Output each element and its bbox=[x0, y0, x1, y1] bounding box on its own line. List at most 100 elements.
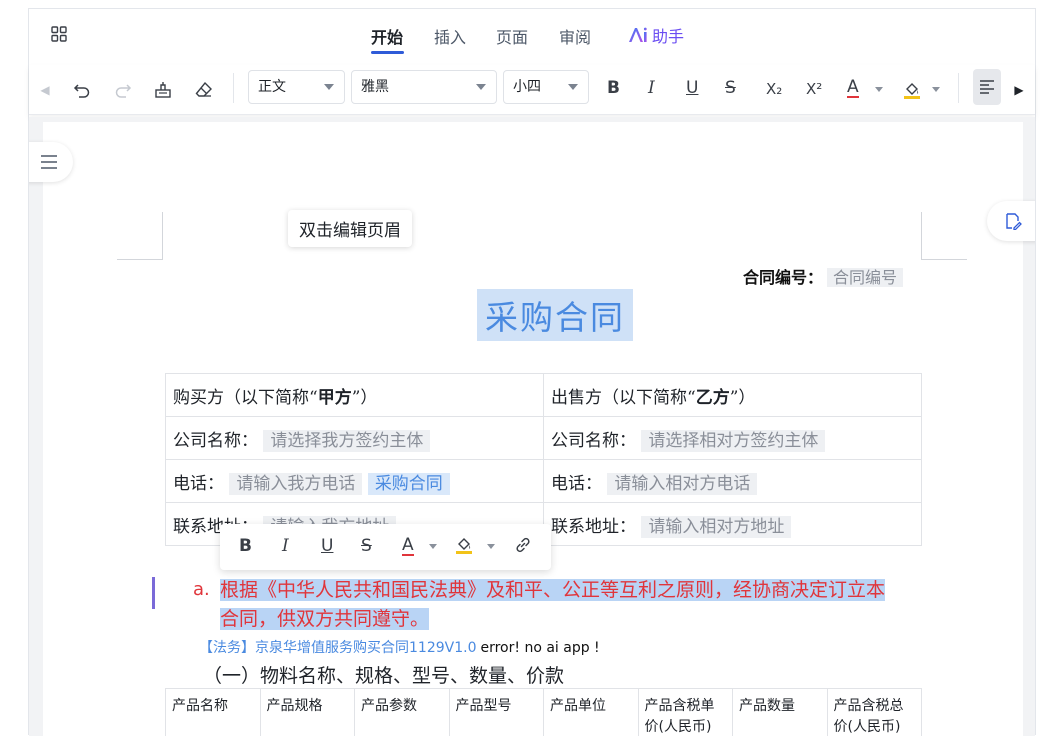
tab-insert[interactable]: 插入 bbox=[434, 24, 466, 48]
section-heading[interactable]: （一）物料名称、规格、型号、数量、价款 bbox=[203, 661, 564, 688]
column-header[interactable]: 产品单位 bbox=[544, 689, 639, 736]
font-size-value: 小四 bbox=[513, 79, 541, 95]
tab-start[interactable]: 开始 bbox=[371, 24, 403, 48]
floating-format-toolbar: B I U S A bbox=[220, 524, 551, 570]
seller-phone-cell: 电话： 请输入相对方电话 bbox=[544, 460, 922, 503]
format-painter-icon[interactable] bbox=[151, 78, 175, 102]
redo-icon[interactable] bbox=[111, 78, 135, 102]
contract-number-field[interactable]: 合同编号 bbox=[827, 268, 903, 287]
seller-address-field[interactable]: 请输入相对方地址 bbox=[641, 516, 791, 538]
buyer-short-name: 甲方 bbox=[318, 388, 352, 408]
assistant-label: 助手 bbox=[652, 23, 684, 47]
format-toolbar: ◀ 正文 雅黑 小四 B I U S X₂ X² A bbox=[29, 65, 1035, 115]
grid-menu-icon[interactable] bbox=[51, 26, 67, 42]
float-font-color-dropdown-icon[interactable] bbox=[429, 544, 437, 549]
underline-button[interactable]: U bbox=[686, 78, 698, 98]
column-header[interactable]: 产品型号 bbox=[449, 689, 544, 736]
tab-page[interactable]: 页面 bbox=[496, 24, 528, 48]
buyer-phone-cell: 电话： 请输入我方电话 采购合同 bbox=[166, 460, 544, 503]
italic-button[interactable]: I bbox=[648, 78, 655, 98]
seller-company-field[interactable]: 请选择相对方签约主体 bbox=[641, 430, 825, 452]
buyer-phone-field[interactable]: 请输入我方电话 bbox=[229, 473, 362, 495]
tab-assistant[interactable]: 助手 bbox=[628, 23, 684, 47]
buyer-prefix: 购买方（以下简称“ bbox=[173, 388, 318, 408]
font-color-button[interactable]: A bbox=[847, 78, 859, 98]
highlight-color-icon[interactable] bbox=[900, 78, 924, 102]
float-bold-button[interactable]: B bbox=[239, 536, 252, 556]
paragraph-style-value: 正文 bbox=[258, 79, 286, 95]
column-header[interactable]: 产品数量 bbox=[733, 689, 828, 736]
link-icon[interactable] bbox=[514, 536, 532, 559]
chevron-down-icon bbox=[476, 84, 486, 90]
toolbar-divider bbox=[233, 73, 234, 103]
toolbar-divider bbox=[958, 73, 959, 103]
phone-label: 电话： bbox=[173, 474, 224, 494]
float-italic-button[interactable]: I bbox=[282, 536, 289, 556]
tab-review[interactable]: 审阅 bbox=[559, 24, 591, 48]
document-page[interactable]: 双击编辑页眉 合同编号：合同编号 采购合同 购买方（以下简称“甲方”） 出售方（… bbox=[43, 122, 1023, 736]
table-row: 购买方（以下简称“甲方”） 出售方（以下简称“乙方”） bbox=[166, 374, 922, 417]
seller-suffix: ”） bbox=[730, 388, 756, 408]
chevron-down-icon bbox=[568, 84, 578, 90]
phone-label: 电话： bbox=[551, 474, 602, 494]
float-font-color-button[interactable]: A bbox=[402, 536, 414, 556]
edit-panel-button[interactable] bbox=[987, 201, 1035, 241]
address-label: 联系地址： bbox=[551, 517, 636, 537]
subscript-button[interactable]: X₂ bbox=[766, 80, 782, 98]
buyer-company-cell: 公司名称： 请选择我方签约主体 bbox=[166, 417, 544, 460]
align-left-button[interactable] bbox=[973, 69, 1001, 105]
legal-reference-link[interactable]: 【法务】京泉华增值服务购买合同1129V1.0 bbox=[199, 640, 476, 656]
align-left-icon bbox=[973, 69, 1001, 105]
table-row: 公司名称： 请选择我方签约主体 公司名称： 请选择相对方签约主体 bbox=[166, 417, 922, 460]
float-strikethrough-button[interactable]: S bbox=[361, 536, 372, 556]
clause-list-marker: a. bbox=[193, 579, 210, 600]
contract-tag[interactable]: 采购合同 bbox=[368, 473, 450, 495]
clause-line-1: 根据《中华人民共和国民法典》及和平、公正等互利之原则，经协商决定订立本 bbox=[220, 579, 885, 601]
seller-company-cell: 公司名称： 请选择相对方签约主体 bbox=[544, 417, 922, 460]
float-highlight-dropdown-icon[interactable] bbox=[487, 544, 495, 549]
active-tab-indicator bbox=[371, 51, 404, 54]
document-title[interactable]: 采购合同 bbox=[477, 289, 633, 341]
column-header[interactable]: 产品含税单价(人民币) bbox=[638, 689, 733, 736]
ai-error-message: error! no ai app ! bbox=[480, 640, 599, 656]
eraser-icon[interactable] bbox=[192, 78, 216, 102]
bold-button[interactable]: B bbox=[607, 78, 620, 98]
clause-paragraph[interactable]: 根据《中华人民共和国民法典》及和平、公正等互利之原则，经协商决定订立本 合同，供… bbox=[220, 576, 928, 634]
column-header[interactable]: 产品规格 bbox=[260, 689, 355, 736]
seller-phone-field[interactable]: 请输入相对方电话 bbox=[607, 473, 757, 495]
clause-change-bar bbox=[152, 577, 155, 609]
float-underline-button[interactable]: U bbox=[321, 536, 333, 556]
highlight-dropdown-icon[interactable] bbox=[932, 87, 940, 92]
legal-reference: 【法务】京泉华增值服务购买合同1129V1.0error! no ai app … bbox=[199, 637, 600, 657]
outline-toggle-button[interactable] bbox=[29, 142, 73, 182]
buyer-company-field[interactable]: 请选择我方签约主体 bbox=[263, 430, 430, 452]
company-label: 公司名称： bbox=[551, 431, 636, 451]
ai-icon bbox=[628, 27, 648, 43]
scroll-left-icon[interactable]: ◀ bbox=[33, 78, 57, 102]
scroll-right-icon[interactable]: ▶ bbox=[1007, 78, 1031, 102]
buyer-suffix: ”） bbox=[352, 388, 378, 408]
chevron-down-icon bbox=[324, 84, 334, 90]
font-family-select[interactable]: 雅黑 bbox=[351, 70, 497, 104]
superscript-button[interactable]: X² bbox=[806, 80, 822, 98]
column-header[interactable]: 产品名称 bbox=[166, 689, 261, 736]
seller-short-name: 乙方 bbox=[696, 388, 730, 408]
paragraph-style-select[interactable]: 正文 bbox=[248, 70, 345, 104]
font-family-value: 雅黑 bbox=[361, 79, 389, 95]
document-canvas: 双击编辑页眉 合同编号：合同编号 采购合同 购买方（以下简称“甲方”） 出售方（… bbox=[29, 117, 1035, 736]
page-margin-corner bbox=[117, 212, 163, 260]
table-row: 电话： 请输入我方电话 采购合同 电话： 请输入相对方电话 bbox=[166, 460, 922, 503]
column-header[interactable]: 产品含税总价(人民币) bbox=[827, 689, 922, 736]
undo-icon[interactable] bbox=[70, 78, 94, 102]
seller-heading: 出售方（以下简称“乙方”） bbox=[544, 374, 922, 417]
font-size-select[interactable]: 小四 bbox=[503, 70, 589, 104]
clause-line-2: 合同，供双方共同遵守。 bbox=[220, 608, 429, 630]
table-header-row: 产品名称 产品规格 产品参数 产品型号 产品单位 产品含税单价(人民币) 产品数… bbox=[166, 689, 922, 736]
column-header[interactable]: 产品参数 bbox=[355, 689, 450, 736]
float-highlight-icon[interactable] bbox=[454, 535, 474, 560]
edit-header-hint[interactable]: 双击编辑页眉 bbox=[288, 210, 412, 247]
strikethrough-button[interactable]: S bbox=[725, 78, 736, 98]
contract-number: 合同编号：合同编号 bbox=[743, 264, 903, 288]
font-color-dropdown-icon[interactable] bbox=[875, 87, 883, 92]
seller-prefix: 出售方（以下简称“ bbox=[551, 388, 696, 408]
